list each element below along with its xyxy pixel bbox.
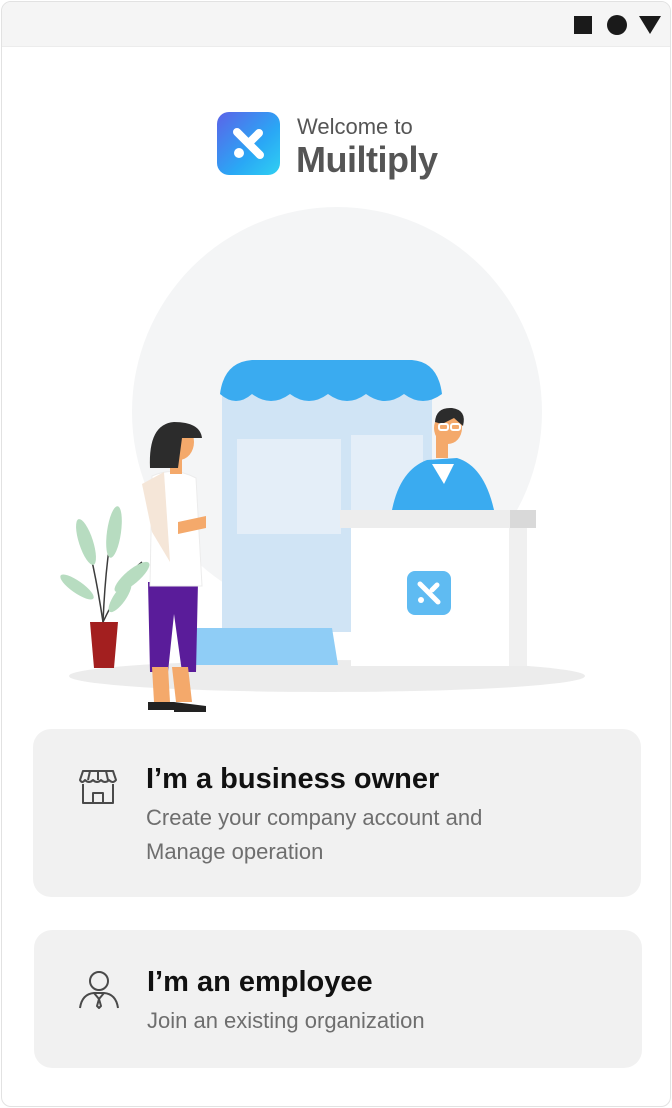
- counter-top: [340, 510, 536, 528]
- shop-mat: [188, 628, 338, 665]
- shop-window: [237, 439, 341, 534]
- app-screen: Welcome to Muiltiply I’m a business owne…: [1, 1, 671, 1107]
- plant-leaf: [76, 519, 96, 565]
- employee-card[interactable]: I’m an employee Join an existing organiz…: [34, 930, 642, 1068]
- employee-title: I’m an employee: [147, 966, 373, 998]
- app-name: Muiltiply: [296, 139, 438, 180]
- plant-pot: [90, 622, 118, 668]
- business-owner-description: Create your company account and Manage o…: [146, 805, 483, 864]
- store-icon: [77, 765, 119, 812]
- shop-awning: [220, 360, 442, 401]
- employee-description: Join an existing organization: [147, 1008, 425, 1033]
- app-logo-icon: [217, 112, 280, 175]
- business-owner-card[interactable]: I’m a business owner Create your company…: [33, 729, 641, 897]
- square-icon[interactable]: [574, 16, 592, 34]
- triangle-icon[interactable]: [639, 16, 661, 34]
- circle-icon[interactable]: [607, 15, 627, 35]
- system-nav-bar: [2, 2, 670, 47]
- brand-header: Welcome to Muiltiply: [217, 112, 477, 182]
- customer-pants: [148, 582, 198, 672]
- storefront-illustration: [2, 202, 670, 722]
- person-icon: [76, 966, 122, 1017]
- business-owner-title: I’m a business owner: [146, 763, 440, 795]
- welcome-text: Welcome to: [297, 114, 413, 139]
